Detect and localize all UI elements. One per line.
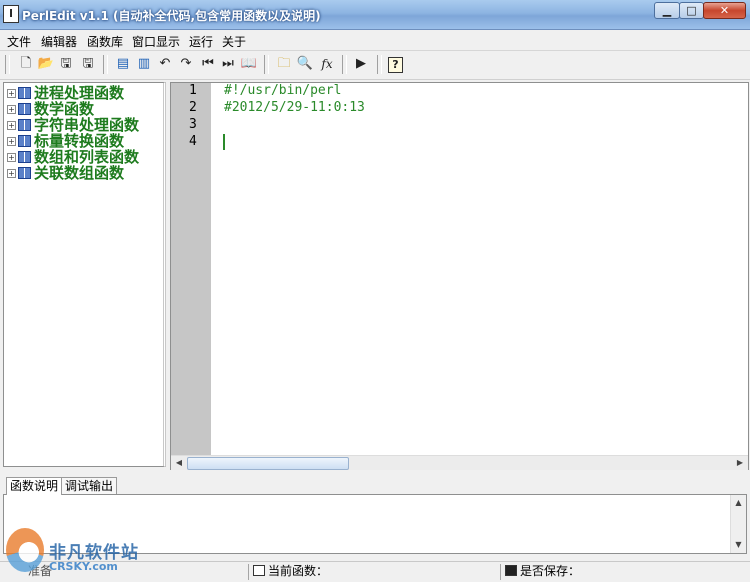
save-status-label: 是否保存： [520, 564, 581, 578]
watermark-subtext: CRSKY.com [49, 560, 118, 573]
toolbar-separator [264, 55, 269, 74]
book-icon[interactable]: 📖 [240, 55, 258, 73]
folder-find-icon[interactable]: 🗀 [275, 55, 293, 73]
save-icon[interactable]: 🖫 [57, 55, 75, 73]
window-title: PerlEdit v1.1 (自动补全代码,包含常用函数以及说明) [22, 9, 321, 23]
scroll-right-icon[interactable]: ▶ [733, 457, 747, 469]
line-number: 3 [189, 117, 197, 132]
book-icon [18, 135, 31, 147]
close-button[interactable]: ✕ [703, 2, 746, 19]
expand-icon[interactable]: + [7, 121, 16, 130]
book-icon [18, 103, 31, 115]
save-status-icon [505, 565, 517, 576]
book-icon [18, 167, 31, 179]
menu-about[interactable]: 关于 [222, 33, 246, 50]
expand-icon[interactable]: + [7, 89, 16, 98]
expand-icon[interactable]: + [7, 137, 16, 146]
line-number: 2 [189, 100, 197, 115]
function-status-icon [253, 565, 265, 576]
scroll-down-icon[interactable]: ▼ [731, 539, 746, 551]
line-number: 1 [189, 83, 197, 98]
redo-icon[interactable]: ↷ [177, 55, 195, 73]
tree-item-label: 关联数组函数 [34, 164, 125, 182]
function-tree-panel[interactable]: + 进程处理函数 + 数学函数 + 字符串处理函数 + 标量转换函数 + 数组和… [3, 82, 166, 467]
tab-function-help[interactable]: 函数说明 [6, 477, 63, 495]
horizontal-scrollbar[interactable]: ◀ ▶ [171, 455, 748, 470]
menu-bar: 文件 编辑器 函数库 窗口显示 运行 关于 [0, 30, 750, 50]
expand-icon[interactable]: + [7, 169, 16, 178]
scroll-up-icon[interactable]: ▲ [731, 497, 746, 509]
expand-icon[interactable]: + [7, 153, 16, 162]
current-function-label: 当前函数： [268, 564, 329, 578]
status-divider [500, 564, 501, 580]
line-number: 4 [189, 134, 197, 149]
book-icon [18, 119, 31, 131]
title-bar[interactable]: l PerlEdit v1.1 (自动补全代码,包含常用函数以及说明) ▁ □ … [0, 0, 750, 30]
menu-function-library[interactable]: 函数库 [87, 33, 123, 50]
status-divider [248, 564, 249, 580]
run-icon[interactable]: ▶ [352, 55, 370, 73]
maximize-button[interactable]: □ [679, 2, 704, 19]
code-line[interactable]: #2012/5/29-11:0:13 [224, 100, 365, 115]
line-number-gutter: 1 2 3 4 [171, 83, 211, 455]
undo-icon[interactable]: ↶ [156, 55, 174, 73]
menu-editor[interactable]: 编辑器 [41, 33, 77, 50]
toolbar: 🗋 📂 🖫 🖫 ▤ ▥ ↶ ↷ ⏮ ⏭ 📖 🗀 🔍 fx ▶ ? [0, 50, 750, 80]
new-file-icon[interactable]: 🗋 [17, 55, 35, 73]
expand-icon[interactable]: + [7, 105, 16, 114]
book-icon [18, 151, 31, 163]
skip-first-icon[interactable]: ⏮ [199, 55, 217, 73]
watermark-logo-icon [6, 528, 44, 572]
scrollbar-thumb[interactable] [187, 457, 349, 470]
code-line[interactable]: #!/usr/bin/perl [224, 83, 341, 98]
menu-run[interactable]: 运行 [189, 33, 213, 50]
menu-file[interactable]: 文件 [7, 33, 31, 50]
toolbar-separator [377, 55, 382, 74]
toolbar-grip[interactable] [5, 55, 10, 74]
text-caret [223, 134, 225, 150]
search-icon[interactable]: 🔍 [296, 55, 314, 73]
current-function-status: 当前函数： [253, 563, 328, 580]
code-editor[interactable]: 1 2 3 4 #!/usr/bin/perl #2012/5/29-11:0:… [170, 82, 749, 470]
open-folder-icon[interactable]: 📂 [37, 55, 55, 73]
toolbar-separator [103, 55, 108, 74]
minimize-button[interactable]: ▁ [654, 2, 680, 19]
layout-left-icon[interactable]: ▤ [114, 55, 132, 73]
vertical-scrollbar[interactable]: ▲ ▼ [730, 495, 746, 553]
save-status: 是否保存： [505, 563, 580, 580]
help-icon[interactable]: ? [388, 57, 403, 73]
save-all-icon[interactable]: 🖫 [79, 55, 97, 73]
book-icon [18, 87, 31, 99]
app-icon: l [3, 5, 19, 23]
scroll-left-icon[interactable]: ◀ [172, 457, 186, 469]
tab-debug-output[interactable]: 调试输出 [61, 477, 118, 494]
function-icon[interactable]: fx [318, 55, 336, 73]
layout-split-icon[interactable]: ▥ [135, 55, 153, 73]
skip-last-icon[interactable]: ⏭ [219, 55, 237, 73]
menu-window-display[interactable]: 窗口显示 [132, 33, 180, 50]
watermark: 非凡软件站 CRSKY.com [6, 526, 146, 576]
toolbar-separator [342, 55, 347, 74]
